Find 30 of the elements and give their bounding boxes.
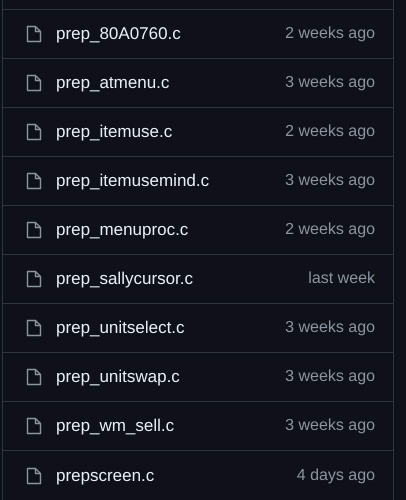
commit-time: 3 weeks ago — [285, 318, 375, 338]
file-name[interactable]: prep_unitselect.c — [56, 315, 185, 341]
commit-time: 2 weeks ago — [285, 122, 375, 142]
file-name[interactable]: prep_itemusemind.c — [56, 168, 210, 194]
file-name[interactable]: prepscreen.c — [56, 462, 154, 488]
file-icon — [26, 221, 42, 239]
commit-time: 2 weeks ago — [285, 24, 375, 44]
file-icon — [26, 417, 42, 435]
commit-time: 3 weeks ago — [285, 416, 375, 436]
commit-time: 3 weeks ago — [285, 367, 375, 387]
file-name[interactable]: prep_unitswap.c — [56, 364, 180, 390]
commit-time: 4 days ago — [296, 466, 375, 486]
file-name[interactable]: prep_itemuse.c — [56, 119, 172, 145]
file-icon — [26, 270, 42, 288]
file-icon — [26, 172, 42, 190]
file-icon — [26, 74, 42, 92]
commit-time: 2 weeks ago — [285, 220, 375, 240]
commit-time: 3 weeks ago — [285, 171, 375, 191]
file-icon — [26, 368, 42, 386]
file-name[interactable]: prep_80A0760.c — [56, 21, 181, 47]
commit-time: last week — [308, 269, 375, 289]
file-name[interactable]: prep_menuproc.c — [56, 217, 188, 243]
file-icon — [26, 319, 42, 337]
file-icon — [26, 123, 42, 141]
commit-time: 3 weeks ago — [285, 73, 375, 93]
file-icon — [26, 25, 42, 43]
file-icon — [26, 466, 42, 484]
file-name[interactable]: prep_sallycursor.c — [56, 266, 194, 292]
file-name[interactable]: prep_atmenu.c — [56, 70, 170, 96]
file-name[interactable]: prep_wm_sell.c — [56, 413, 174, 439]
